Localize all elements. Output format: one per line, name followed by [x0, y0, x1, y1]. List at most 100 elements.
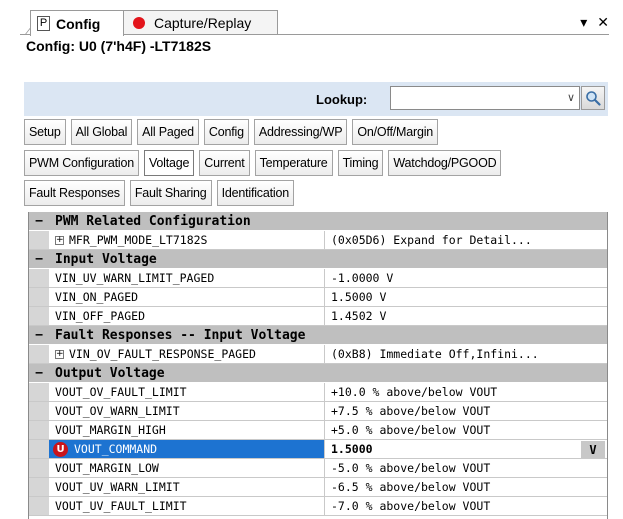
- category-tab-all-paged[interactable]: All Paged: [137, 119, 199, 145]
- property-value[interactable]: (0xB8) Immediate Off,Infini...: [325, 345, 607, 363]
- property-grid: − PWM Related Configuration + MFR_PWM_MODE_…: [28, 212, 608, 519]
- property-name[interactable]: VIN_OFF_PAGED: [49, 307, 325, 325]
- category-tab-fault-responses[interactable]: Fault Responses: [24, 180, 125, 206]
- grid-row-vout-ov-fault-limit[interactable]: VOUT_OV_FAULT_LIMIT +10.0 % above/below V…: [29, 383, 607, 402]
- unit-badge[interactable]: V: [581, 441, 605, 458]
- category-row-2: PWM Configuration Voltage Current Temperatu…: [24, 150, 506, 176]
- property-name[interactable]: VIN_UV_WARN_LIMIT_PAGED: [49, 269, 325, 287]
- grid-row-mfr-pwm-mode-lt7182s[interactable]: + MFR_PWM_MODE_LT7182S (0x05D6) Expand for…: [29, 231, 607, 250]
- property-name[interactable]: VOUT_MARGIN_HIGH: [49, 421, 325, 439]
- category-tab-current[interactable]: Current: [199, 150, 250, 176]
- row-margin: [29, 459, 49, 477]
- property-value[interactable]: -7.0 % above/below VOUT: [325, 497, 607, 515]
- category-tab-config[interactable]: Config: [203, 119, 249, 145]
- property-name[interactable]: VOUT_MARGIN_LOW: [49, 459, 325, 477]
- window-controls: ▾ ✕: [580, 14, 609, 31]
- property-name[interactable]: + MFR_PWM_MODE_LT7182S: [49, 231, 325, 249]
- expand-plus-icon[interactable]: +: [55, 235, 64, 245]
- property-value[interactable]: +10.0 % above/below VOUT: [325, 383, 607, 401]
- row-margin: [29, 231, 49, 249]
- category-tab-pwm-configuration[interactable]: PWM Configuration: [24, 150, 139, 176]
- collapse-icon[interactable]: −: [29, 364, 49, 382]
- property-value[interactable]: -5.0 % above/below VOUT: [325, 459, 607, 477]
- property-name-text: VOUT_UV_FAULT_LIMIT: [55, 499, 187, 513]
- record-icon: [133, 17, 145, 29]
- dropdown-arrow-icon[interactable]: ▾: [580, 14, 587, 31]
- row-margin: [29, 383, 49, 401]
- property-name-text: MFR_PWM_MODE_LT7182S: [69, 233, 208, 247]
- property-value[interactable]: (0x05D6) Expand for Detail...: [325, 231, 607, 249]
- property-name-text: VOUT_MARGIN_HIGH: [55, 423, 166, 437]
- property-name-text: VOUT_MARGIN_LOW: [55, 461, 159, 475]
- row-margin: [29, 440, 49, 458]
- row-margin: [29, 478, 49, 496]
- config-p-icon: P: [37, 16, 50, 31]
- magnifier-icon: [586, 91, 601, 106]
- category-tab-temperature[interactable]: Temperature: [254, 150, 333, 176]
- unsaved-change-icon: U: [53, 441, 68, 457]
- property-name[interactable]: VOUT_UV_FAULT_LIMIT: [49, 497, 325, 515]
- expand-plus-icon[interactable]: +: [55, 349, 64, 359]
- grid-row-vin-off-paged[interactable]: VIN_OFF_PAGED 1.4502 V: [29, 307, 607, 326]
- category-tab-addressing-wp[interactable]: Addressing/WP: [253, 119, 348, 145]
- grid-row-vout-margin-low[interactable]: VOUT_MARGIN_LOW -5.0 % above/below VOUT: [29, 459, 607, 478]
- property-value[interactable]: 1.4502 V: [325, 307, 607, 325]
- category-tab-all-global[interactable]: All Global: [70, 119, 133, 145]
- grid-row-vout-margin-high[interactable]: VOUT_MARGIN_HIGH +5.0 % above/below VOUT: [29, 421, 607, 440]
- collapse-icon[interactable]: −: [29, 212, 49, 230]
- section-title: PWM Related Configuration: [55, 213, 251, 229]
- grid-row-vin-uv-warn-limit-paged[interactable]: VIN_UV_WARN_LIMIT_PAGED -1.0000 V: [29, 269, 607, 288]
- category-row-1: Setup All Global All Paged Config Addressing…: [24, 119, 443, 145]
- property-name-text: VOUT_COMMAND: [74, 442, 158, 456]
- lookup-combobox[interactable]: ∨: [390, 86, 580, 110]
- property-name[interactable]: VOUT_OV_FAULT_LIMIT: [49, 383, 325, 401]
- grid-section-input-voltage[interactable]: − Input Voltage: [29, 250, 607, 269]
- config-title: Config: U0 (7'h4F) -LT7182S: [26, 38, 212, 54]
- grid-row-vout-ov-warn-limit[interactable]: VOUT_OV_WARN_LIMIT +7.5 % above/below VOU…: [29, 402, 607, 421]
- property-value[interactable]: +7.5 % above/below VOUT: [325, 402, 607, 420]
- property-name[interactable]: + VIN_OV_FAULT_RESPONSE_PAGED: [49, 345, 325, 363]
- row-margin: [29, 402, 49, 420]
- lookup-bar: Lookup: ∨: [24, 82, 608, 116]
- chevron-down-icon[interactable]: ∨: [567, 91, 575, 104]
- document-tab-strip: P Config Capture/Replay ▾ ✕: [0, 0, 623, 36]
- property-value[interactable]: -1.0000 V: [325, 269, 607, 287]
- tab-config-label: Config: [56, 15, 101, 32]
- property-name[interactable]: VOUT_UV_WARN_LIMIT: [49, 478, 325, 496]
- grid-row-vout-uv-warn-limit[interactable]: VOUT_UV_WARN_LIMIT -6.5 % above/below VOU…: [29, 478, 607, 497]
- grid-row-vin-ov-fault-response-paged[interactable]: + VIN_OV_FAULT_RESPONSE_PAGED (0xB8) Immed…: [29, 345, 607, 364]
- grid-row-vin-on-paged[interactable]: VIN_ON_PAGED 1.5000 V: [29, 288, 607, 307]
- category-tab-on-off-margin[interactable]: On/Off/Margin: [352, 119, 439, 145]
- row-margin: [29, 497, 49, 515]
- property-name-text: VIN_ON_PAGED: [55, 290, 139, 304]
- row-margin: [29, 269, 49, 287]
- row-margin: [29, 307, 49, 325]
- row-margin: [29, 345, 49, 363]
- category-tab-identification[interactable]: Identification: [216, 180, 294, 206]
- category-tab-timing[interactable]: Timing: [337, 150, 384, 176]
- close-icon[interactable]: ✕: [597, 14, 609, 31]
- grid-row-vout-command[interactable]: U VOUT_COMMAND 1.5000 V: [29, 440, 607, 459]
- grid-section-pwm-related-configuration[interactable]: − PWM Related Configuration: [29, 212, 607, 231]
- property-value[interactable]: -6.5 % above/below VOUT: [325, 478, 607, 496]
- tab-config[interactable]: P Config: [30, 10, 124, 36]
- property-name-text: VOUT_OV_FAULT_LIMIT: [55, 385, 187, 399]
- lookup-search-button[interactable]: [581, 86, 605, 110]
- lookup-label: Lookup:: [316, 92, 368, 107]
- property-value[interactable]: +5.0 % above/below VOUT: [325, 421, 607, 439]
- collapse-icon[interactable]: −: [29, 326, 49, 344]
- grid-section-fault-responses-input-voltage[interactable]: − Fault Responses -- Input Voltage: [29, 326, 607, 345]
- property-name[interactable]: VOUT_OV_WARN_LIMIT: [49, 402, 325, 420]
- tab-capture-replay[interactable]: Capture/Replay: [122, 10, 278, 35]
- grid-section-output-voltage[interactable]: − Output Voltage: [29, 364, 607, 383]
- category-tab-fault-sharing[interactable]: Fault Sharing: [129, 180, 212, 206]
- property-value[interactable]: 1.5000: [325, 440, 607, 458]
- category-tab-watchdog-pgood[interactable]: Watchdog/PGOOD: [388, 150, 502, 176]
- property-value[interactable]: 1.5000 V: [325, 288, 607, 306]
- property-name[interactable]: U VOUT_COMMAND: [49, 440, 325, 458]
- category-tab-setup[interactable]: Setup: [24, 119, 66, 145]
- category-tab-voltage[interactable]: Voltage: [143, 150, 195, 176]
- property-name[interactable]: VIN_ON_PAGED: [49, 288, 325, 306]
- collapse-icon[interactable]: −: [29, 250, 49, 268]
- grid-row-vout-uv-fault-limit[interactable]: VOUT_UV_FAULT_LIMIT -7.0 % above/below VO…: [29, 497, 607, 516]
